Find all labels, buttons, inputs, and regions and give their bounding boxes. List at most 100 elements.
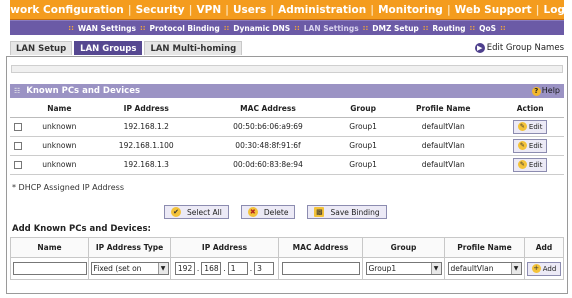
col-mac-address: MAC Address [199,100,337,118]
ip-octet-3[interactable]: 1 [227,262,248,275]
subnav-separator: :: [362,24,369,32]
edit-button[interactable]: ✎ Edit [512,119,548,134]
row-profile: defaultVlan [390,136,497,156]
arrow-circle-icon: ▶ [474,43,485,53]
subnav-separator: :: [469,24,476,32]
help-link[interactable]: ? Help [531,84,560,98]
mac-address-input[interactable] [281,262,360,275]
subnav-protocol-binding[interactable]: Protocol Binding [150,24,220,33]
nav-network-configuration[interactable]: Network Configuration [0,4,124,16]
edit-group-names-label: Edit Group Names [486,43,564,53]
edit-group-names-link[interactable]: ▶ Edit Group Names [474,41,564,55]
known-devices-title: Known PCs and Devices [26,86,141,96]
row-mac: 00:0d:60:83:8e:94 [199,155,337,175]
add-col-name: Name [10,237,89,258]
divider-bar [11,65,563,73]
row-group: Group1 [336,155,391,175]
profile-select[interactable]: defaultVlan ▼ [447,262,522,275]
help-icon: ? [531,87,541,96]
subnav-lan-settings[interactable]: LAN Settings [304,24,359,33]
chevron-down-icon: ▼ [157,263,168,274]
row-checkbox[interactable] [14,161,22,169]
ip-type-value: Fixed (set on [93,264,142,273]
table-actions: ✔ Select All ✖ Delete ▩ Save Binding [164,205,399,219]
subnav-routing[interactable]: Routing [432,24,465,33]
plus-icon: + [531,264,541,273]
nav-separator: | [270,3,275,16]
edit-button[interactable]: ✎ Edit [512,157,548,172]
edit-button[interactable]: ✎ Edit [512,138,548,153]
nav-monitoring[interactable]: Monitoring [378,4,443,16]
sub-navigation: :: WAN Settings :: Protocol Binding :: D… [10,20,564,35]
row-ip: 192.168.1.2 [92,117,200,137]
dhcp-note: * DHCP Assigned IP Address [12,183,124,192]
profile-value: defaultVlan [450,264,494,273]
add-col-add: Add [524,237,564,258]
delete-button[interactable]: ✖ Delete [240,205,296,219]
add-input-row: Fixed (set on ▼ 192. 168. 1. 3 Group1 ▼ de… [10,257,564,280]
nav-separator: | [370,3,375,16]
checkmark-icon: ✔ [171,207,181,217]
tab-lan-setup[interactable]: LAN Setup [10,41,73,55]
tab-lan-multi-homing[interactable]: LAN Multi-homing [144,41,243,55]
subnav-separator: :: [294,24,300,32]
subnav-separator: :: [223,24,230,32]
col-profile-name: Profile Name [390,100,497,118]
col-name: Name [26,100,93,118]
edit-label: Edit [528,160,543,169]
row-mac: 00:50:b6:06:a9:69 [199,117,337,137]
row-name: unknown [26,155,93,175]
group-value: Group1 [368,264,397,273]
subnav-separator: :: [139,24,146,32]
add-device-table: Name IP Address Type IP Address MAC Addr… [10,237,564,280]
subnav-separator: :: [68,24,74,32]
nav-vpn[interactable]: VPN [197,4,222,16]
row-ip: 192.168.1.3 [92,155,200,175]
subnav-dynamic-dns[interactable]: Dynamic DNS [233,24,290,33]
subnav-dmz-setup[interactable]: DMZ Setup [372,24,419,33]
row-profile: defaultVlan [390,155,497,175]
row-profile: defaultVlan [390,117,497,137]
subnav-separator: :: [500,24,506,32]
col-select [10,100,26,118]
nav-administration[interactable]: Administration [278,4,366,16]
edit-label: Edit [528,141,543,150]
nav-users[interactable]: Users [233,4,266,16]
ip-octet-1[interactable]: 192 [174,262,195,275]
ip-octet-4[interactable]: 3 [254,262,275,275]
save-binding-button[interactable]: ▩ Save Binding [307,205,387,219]
pencil-icon: ✎ [517,141,527,150]
nav-logout[interactable]: Logout [544,4,572,16]
nav-security[interactable]: Security [136,4,185,16]
top-navigation: | Network Configuration | Security | VPN… [0,0,572,20]
chevron-down-icon: ▼ [510,263,521,274]
select-all-label: Select All [187,207,222,217]
table-row: unknown 192.168.1.2 00:50:b6:06:a9:69 Gr… [10,117,564,137]
delete-label: Delete [263,207,289,217]
tab-lan-groups[interactable]: LAN Groups [74,41,143,55]
row-checkbox[interactable] [14,142,22,150]
row-checkbox[interactable] [14,123,22,131]
chevron-down-icon: ▼ [430,263,441,274]
nav-web-support[interactable]: Web Support [455,4,532,16]
add-col-profile-name: Profile Name [444,237,525,258]
subnav-wan-settings[interactable]: WAN Settings [78,24,136,33]
add-button[interactable]: + Add [526,261,562,276]
group-select[interactable]: Group1 ▼ [365,262,442,275]
col-action: Action [496,100,564,118]
pencil-icon: ✎ [517,160,527,169]
ip-type-select[interactable]: Fixed (set on ▼ [90,262,169,275]
subnav-separator: :: [422,24,429,32]
add-col-ip-address: IP Address [170,237,279,258]
subnav-qos[interactable]: QoS [479,24,496,33]
nav-separator: | [535,3,540,16]
row-group: Group1 [336,136,391,156]
name-input[interactable] [12,262,87,275]
ip-octet-2[interactable]: 168 [201,262,222,275]
ip-address-field: 192. 168. 1. 3 [174,262,275,275]
save-binding-label: Save Binding [330,207,380,217]
select-all-button[interactable]: ✔ Select All [164,205,229,219]
nav-separator: | [225,3,229,16]
row-name: unknown [26,136,93,156]
pencil-icon: ✎ [517,122,527,131]
